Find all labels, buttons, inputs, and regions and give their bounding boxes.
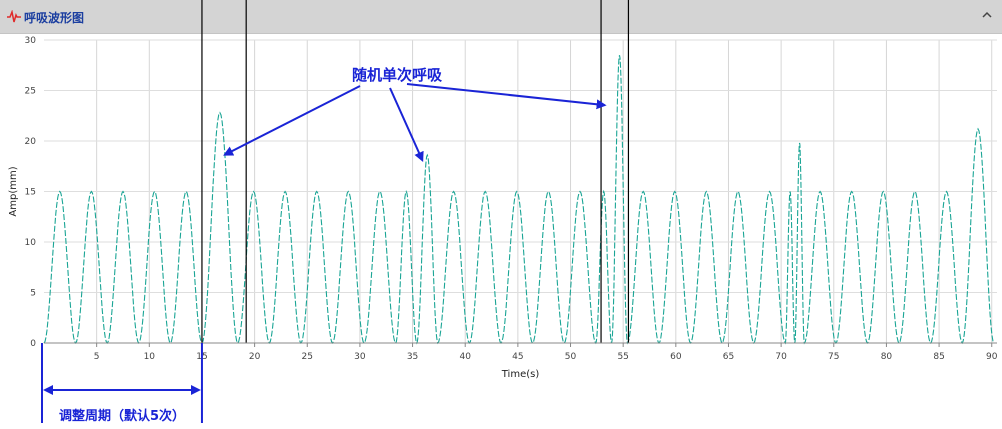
y-tick-label: 15 [25,188,36,198]
chart-axes: 5101520253035404550556065707580859005101… [8,36,998,380]
x-tick-label: 90 [986,352,998,362]
x-tick-label: 45 [512,352,523,362]
annotation-random-breath: 随机单次呼吸 [352,66,443,84]
marker-lines [201,0,630,343]
x-tick-label: 5 [94,352,100,362]
annotation-arrow [389,87,424,162]
x-tick-label: 65 [723,352,734,362]
chart-grid [44,39,997,344]
breathing-waveform-chart: 5101520253035404550556065707580859005101… [8,0,998,424]
y-tick-label: 20 [25,137,37,147]
x-tick-label: 70 [775,352,787,362]
x-tick-label: 85 [933,352,944,362]
x-axis-label: Time(s) [501,369,540,380]
y-axis-label: Amp(mm) [8,166,19,216]
x-tick-label: 35 [407,352,418,362]
waveform-line [43,55,997,345]
x-tick-label: 75 [828,352,839,362]
chart-series [43,55,997,345]
y-tick-label: 5 [30,289,36,299]
annotation-arrow [223,85,361,156]
y-tick-label: 30 [25,36,37,46]
x-tick-label: 40 [459,352,471,362]
x-tick-label: 50 [565,352,577,362]
annotation-arrow [406,83,607,110]
x-tick-label: 25 [302,352,313,362]
x-tick-label: 80 [881,352,893,362]
x-tick-label: 55 [617,352,628,362]
y-tick-label: 0 [30,339,36,349]
annotation-adjust-period: 调整周期（默认5次） [59,408,185,424]
y-tick-label: 25 [25,87,36,97]
x-tick-label: 20 [249,352,261,362]
x-tick-label: 60 [670,352,682,362]
y-tick-label: 10 [25,238,37,248]
waveform-panel: 呼吸波形图 5101520253035404550556065707580859… [0,0,1002,429]
x-tick-label: 10 [144,352,156,362]
x-tick-label: 30 [354,352,366,362]
